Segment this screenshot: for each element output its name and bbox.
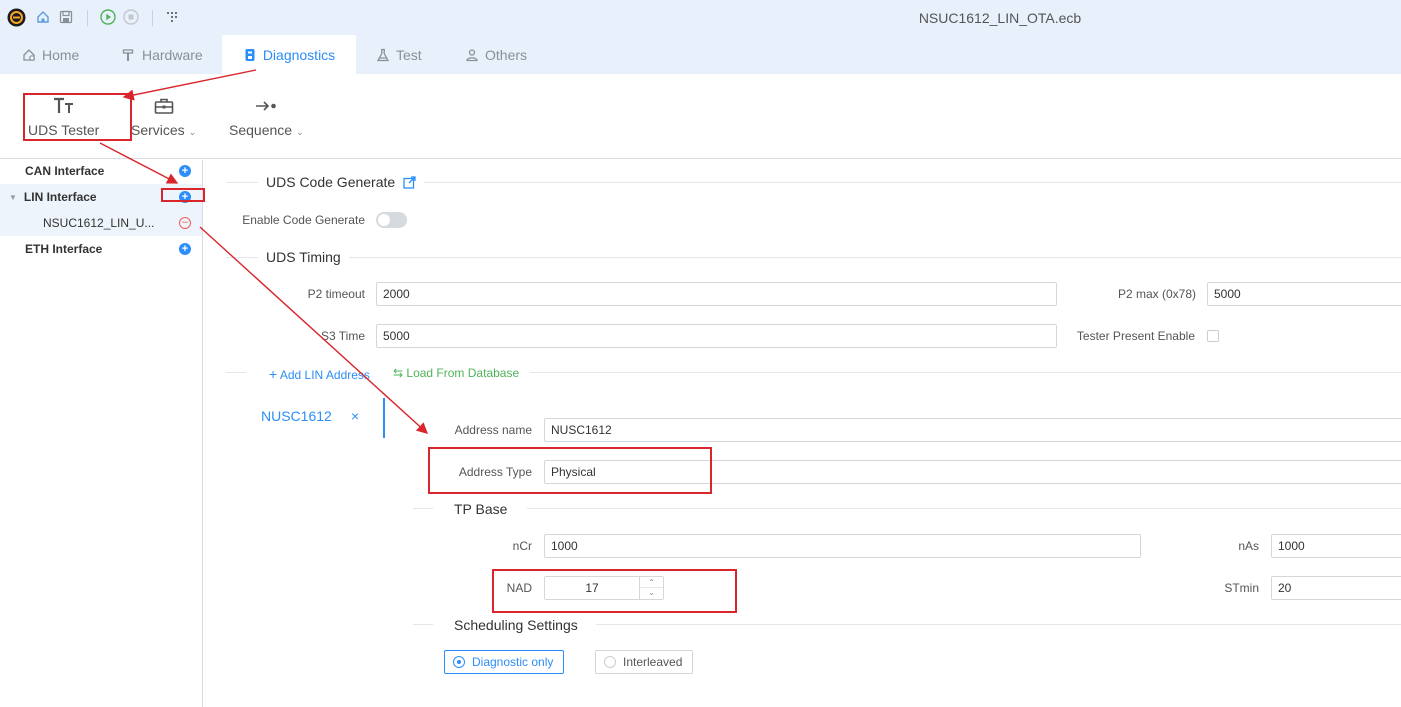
services-label: Services [131,122,185,138]
add-lin-address-label: Add LIN Address [279,368,370,382]
tab-test-label: Test [396,46,422,63]
nas-input[interactable]: 1000 [1271,534,1401,558]
diagnostics-icon [245,48,255,61]
divider [413,624,433,625]
tree-item-lin-child[interactable]: NSUC1612_LIN_U... – [0,210,202,236]
tab-diagnostics[interactable]: Diagnostics [222,35,356,74]
plus-icon: + [269,366,278,382]
tree-item-eth-label: ETH Interface [25,242,103,256]
p2-max-input[interactable]: 5000 [1207,282,1401,306]
ncr-label: nCr [512,539,532,553]
chevron-down-icon: ⌄ [296,127,304,137]
app-logo-icon [7,8,26,27]
section-uds-timing-title: UDS Timing [258,249,349,265]
address-name-label: Address name [454,423,532,437]
divider [530,372,1401,373]
diagnostic-only-label: Diagnostic only [472,655,554,669]
title-bar: NSUC1612_LIN_OTA.ecb [0,0,1401,35]
radio-checked-icon [453,656,465,668]
tree-item-lin-label: LIN Interface [23,190,97,204]
add-eth-icon[interactable]: + [179,243,191,255]
home-gear-icon [23,48,35,61]
flask-icon [376,48,390,61]
tab-test[interactable]: Test [376,35,422,74]
annotation-box-address-type [428,447,712,494]
tab-diagnostics-label: Diagnostics [262,46,336,63]
enable-code-generate-toggle[interactable] [376,212,407,228]
arrow-dot-icon [254,96,278,116]
home-icon[interactable] [35,9,51,25]
services-button[interactable]: Services ⌄ [131,96,196,138]
section-scheduling-title: Scheduling Settings [446,617,586,633]
tree-item-eth[interactable]: ETH Interface + [0,236,202,262]
grid-icon[interactable] [164,9,180,25]
close-tab-icon[interactable]: × [351,408,359,424]
stop-icon[interactable] [123,9,139,25]
active-tab-indicator [383,398,385,438]
p2-max-label: P2 max (0x78) [1117,287,1196,301]
stmin-input[interactable]: 20 [1271,576,1401,600]
interface-tree: CAN Interface + ▼ LIN Interface + NSUC16… [0,160,203,707]
annotation-box-uds-tester [23,93,132,141]
external-link-icon[interactable] [403,175,416,189]
run-icon[interactable] [100,9,116,25]
tab-hardware-label: Hardware [142,46,203,63]
annotation-box-nad [492,569,737,613]
load-from-database-link[interactable]: ⇆ Load From Database [393,366,519,380]
tester-present-label: Tester Present Enable [1076,329,1195,343]
save-icon[interactable] [58,9,74,25]
nas-label: nAs [1238,539,1259,553]
tree-item-can[interactable]: CAN Interface + [0,158,202,184]
tab-home-label: Home [42,46,80,63]
hammer-icon [122,48,134,61]
tab-hardware[interactable]: Hardware [122,35,203,74]
enable-code-generate-label: Enable Code Generate [242,213,365,227]
s3-time-label: S3 Time [320,329,365,343]
menu-tab-bar: Home Hardware Diagnostics Test Others [0,35,1401,74]
address-name-input[interactable]: NUSC1612 [544,418,1401,442]
address-tab-label[interactable]: NUSC1612 [261,408,332,424]
p2-timeout-label: P2 timeout [307,287,365,301]
section-code-generate-title: UDS Code Generate [266,174,396,190]
divider [527,508,1401,509]
divider [226,257,1401,258]
load-from-database-label: Load From Database [406,366,520,380]
annotation-box-add-lin [161,188,205,202]
divider [596,624,1401,625]
s3-time-input[interactable]: 5000 [376,324,1057,348]
add-can-icon[interactable]: + [179,165,191,177]
chevron-down-icon: ⌄ [188,127,197,137]
tree-item-can-label: CAN Interface [25,164,105,178]
radio-unchecked-icon [604,656,616,668]
toolbox-icon [154,96,174,116]
tab-others[interactable]: Others [465,35,527,74]
section-code-generate: UDS Code Generate [258,174,425,190]
diagnostic-only-radio[interactable]: Diagnostic only [444,650,565,674]
sequence-button[interactable]: Sequence ⌄ [229,96,304,138]
add-lin-address-link[interactable]: + Add LIN Address [269,366,370,382]
ncr-input[interactable]: 1000 [544,534,1141,558]
window-title: NSUC1612_LIN_OTA.ecb [918,10,1082,26]
tab-others-label: Others [485,46,528,63]
tree-item-lin-child-label: NSUC1612_LIN_U... [43,216,155,230]
ribbon-toolbar: UDS Tester Services ⌄ Sequence ⌄ [0,74,1401,159]
swap-icon: ⇆ [393,366,404,380]
interleaved-radio[interactable]: Interleaved [595,650,694,674]
caret-down-icon[interactable]: ▼ [9,193,17,202]
remove-icon[interactable]: – [179,217,191,229]
divider [226,372,246,373]
p2-timeout-input[interactable]: 2000 [376,282,1057,306]
divider [413,508,433,509]
interleaved-label: Interleaved [623,655,683,669]
section-tp-base-title: TP Base [446,501,516,517]
tester-present-checkbox[interactable] [1207,330,1219,342]
stmin-label: STmin [1224,581,1259,595]
user-icon [466,48,478,61]
tab-home[interactable]: Home [22,35,79,74]
sequence-label: Sequence [229,122,293,138]
